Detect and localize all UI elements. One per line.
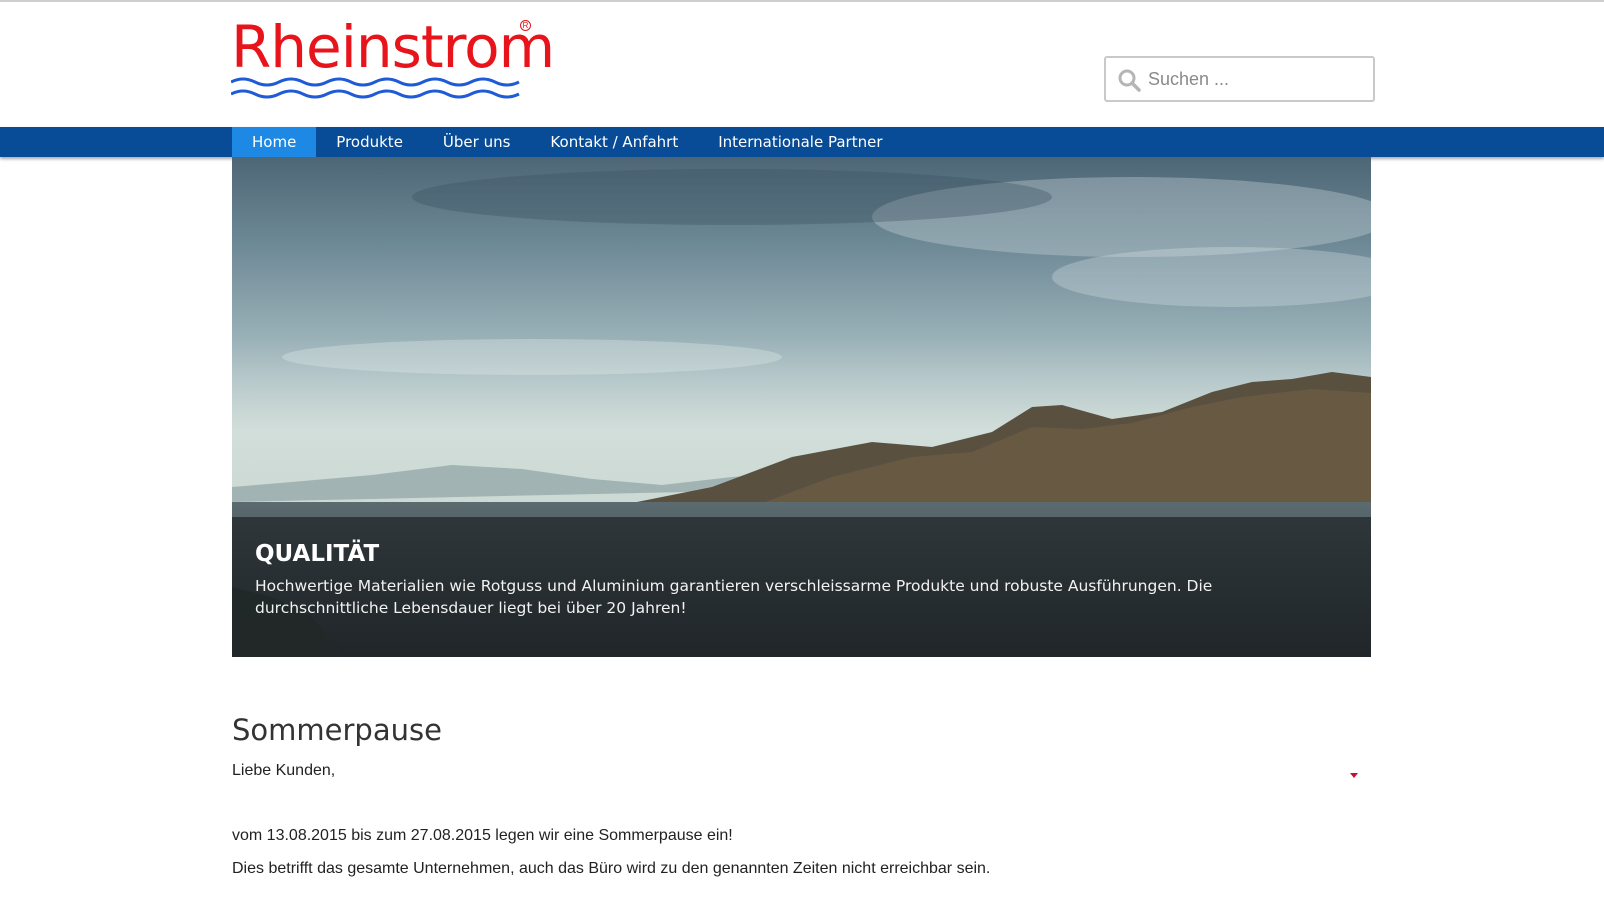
article-greeting: Liebe Kunden, (232, 762, 336, 779)
slide-caption: QUALITÄT Hochwertige Materialien wie Rot… (232, 517, 1371, 657)
hero-slider[interactable]: QUALITÄT Hochwertige Materialien wie Rot… (232, 157, 1371, 657)
logo-waves-graphic (231, 77, 520, 99)
top-rule (0, 0, 1604, 2)
article-paragraph: Dies betrifft das gesamte Unternehmen, a… (232, 860, 991, 877)
search-icon[interactable] (1117, 68, 1141, 92)
nav-item-ueber-uns[interactable]: Über uns (423, 127, 531, 157)
main-navbar: Home Produkte Über uns Kontakt / Anfahrt… (0, 127, 1604, 157)
slide-title: QUALITÄT (255, 541, 380, 567)
caret-down-icon[interactable] (1350, 773, 1358, 778)
logo-wordmark: Rheinstrom (231, 13, 555, 81)
slide-text: Hochwertige Materialien wie Rotguss und … (255, 577, 1213, 617)
nav-item-produkte[interactable]: Produkte (316, 127, 423, 157)
nav-item-kontakt-anfahrt[interactable]: Kontakt / Anfahrt (530, 127, 698, 157)
search-input[interactable] (1148, 64, 1368, 94)
article-title: Sommerpause (232, 713, 442, 747)
article-paragraph: vom 13.08.2015 bis zum 27.08.2015 legen … (232, 827, 733, 844)
rheinstrom-logo[interactable]: Rheinstrom R (231, 14, 555, 104)
main-menu: Home Produkte Über uns Kontakt / Anfahrt… (232, 127, 902, 157)
search-box[interactable] (1104, 56, 1375, 102)
registered-mark: R (520, 20, 531, 31)
nav-item-home[interactable]: Home (232, 127, 317, 157)
nav-item-internationale-partner[interactable]: Internationale Partner (698, 127, 902, 157)
